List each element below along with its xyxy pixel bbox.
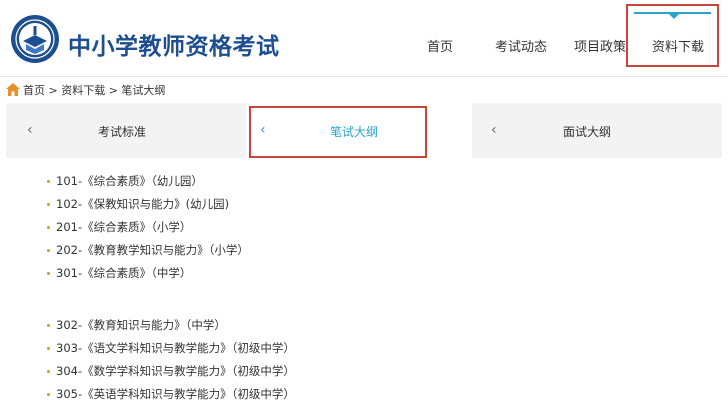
tab-label: 面试大纲 [563, 125, 612, 139]
nav-active-highlight [626, 4, 719, 67]
tab-label: 考试标准 [98, 125, 147, 139]
home-icon[interactable] [6, 83, 20, 96]
outline-link-304[interactable]: 304-《数学学科知识与教学能力》（初级中学） [40, 360, 295, 383]
outline-list-primary: 101-《综合素质》（幼儿园） 102-《保教知识与能力》(幼儿园) 201-《… [40, 170, 249, 285]
outline-link-101[interactable]: 101-《综合素质》（幼儿园） [40, 170, 249, 193]
outline-link-102[interactable]: 102-《保教知识与能力》(幼儿园) [40, 193, 249, 216]
tab-written-outline[interactable]: ‹ 笔试大纲 [246, 103, 472, 158]
outline-link-301[interactable]: 301-《综合素质》（中学） [40, 262, 249, 285]
outline-link-202[interactable]: 202-《教育教学知识与能力》（小学） [40, 239, 249, 262]
tab-bar: ‹ 考试标准 ‹ 笔试大纲 ‹ 面试大纲 [6, 103, 722, 158]
nav-active-caret-icon [669, 14, 679, 19]
outline-link-305[interactable]: 305-《英语学科知识与教学能力》（初级中学） [40, 383, 295, 406]
outline-link-303[interactable]: 303-《语文学科知识与教学能力》（初级中学） [40, 337, 295, 360]
site-header: 中小学教师资格考试 首页 考试动态 项目政策 资料下载 [0, 0, 728, 77]
tab-interview-outline[interactable]: ‹ 面试大纲 [472, 103, 722, 158]
emblem-logo-icon[interactable] [10, 14, 60, 64]
outline-link-302[interactable]: 302-《教育知识与能力》（中学） [40, 314, 295, 337]
breadcrumb: 首页 > 资料下载 > 笔试大纲 [6, 82, 165, 98]
nav-policy[interactable]: 项目政策 [574, 36, 626, 55]
outline-link-201[interactable]: 201-《综合素质》（小学） [40, 216, 249, 239]
chevron-left-icon: ‹ [27, 122, 33, 138]
chevron-left-icon: ‹ [491, 122, 497, 138]
outline-list-secondary: 302-《教育知识与能力》（中学） 303-《语文学科知识与教学能力》（初级中学… [40, 314, 295, 406]
chevron-left-icon: ‹ [260, 122, 266, 138]
site-title[interactable]: 中小学教师资格考试 [68, 27, 280, 61]
nav-home[interactable]: 首页 [427, 36, 453, 55]
tab-label: 笔试大纲 [330, 125, 379, 139]
breadcrumb-text[interactable]: 首页 > 资料下载 > 笔试大纲 [23, 84, 165, 97]
nav-exam-news[interactable]: 考试动态 [495, 36, 547, 55]
tab-exam-standard[interactable]: ‹ 考试标准 [6, 103, 246, 158]
